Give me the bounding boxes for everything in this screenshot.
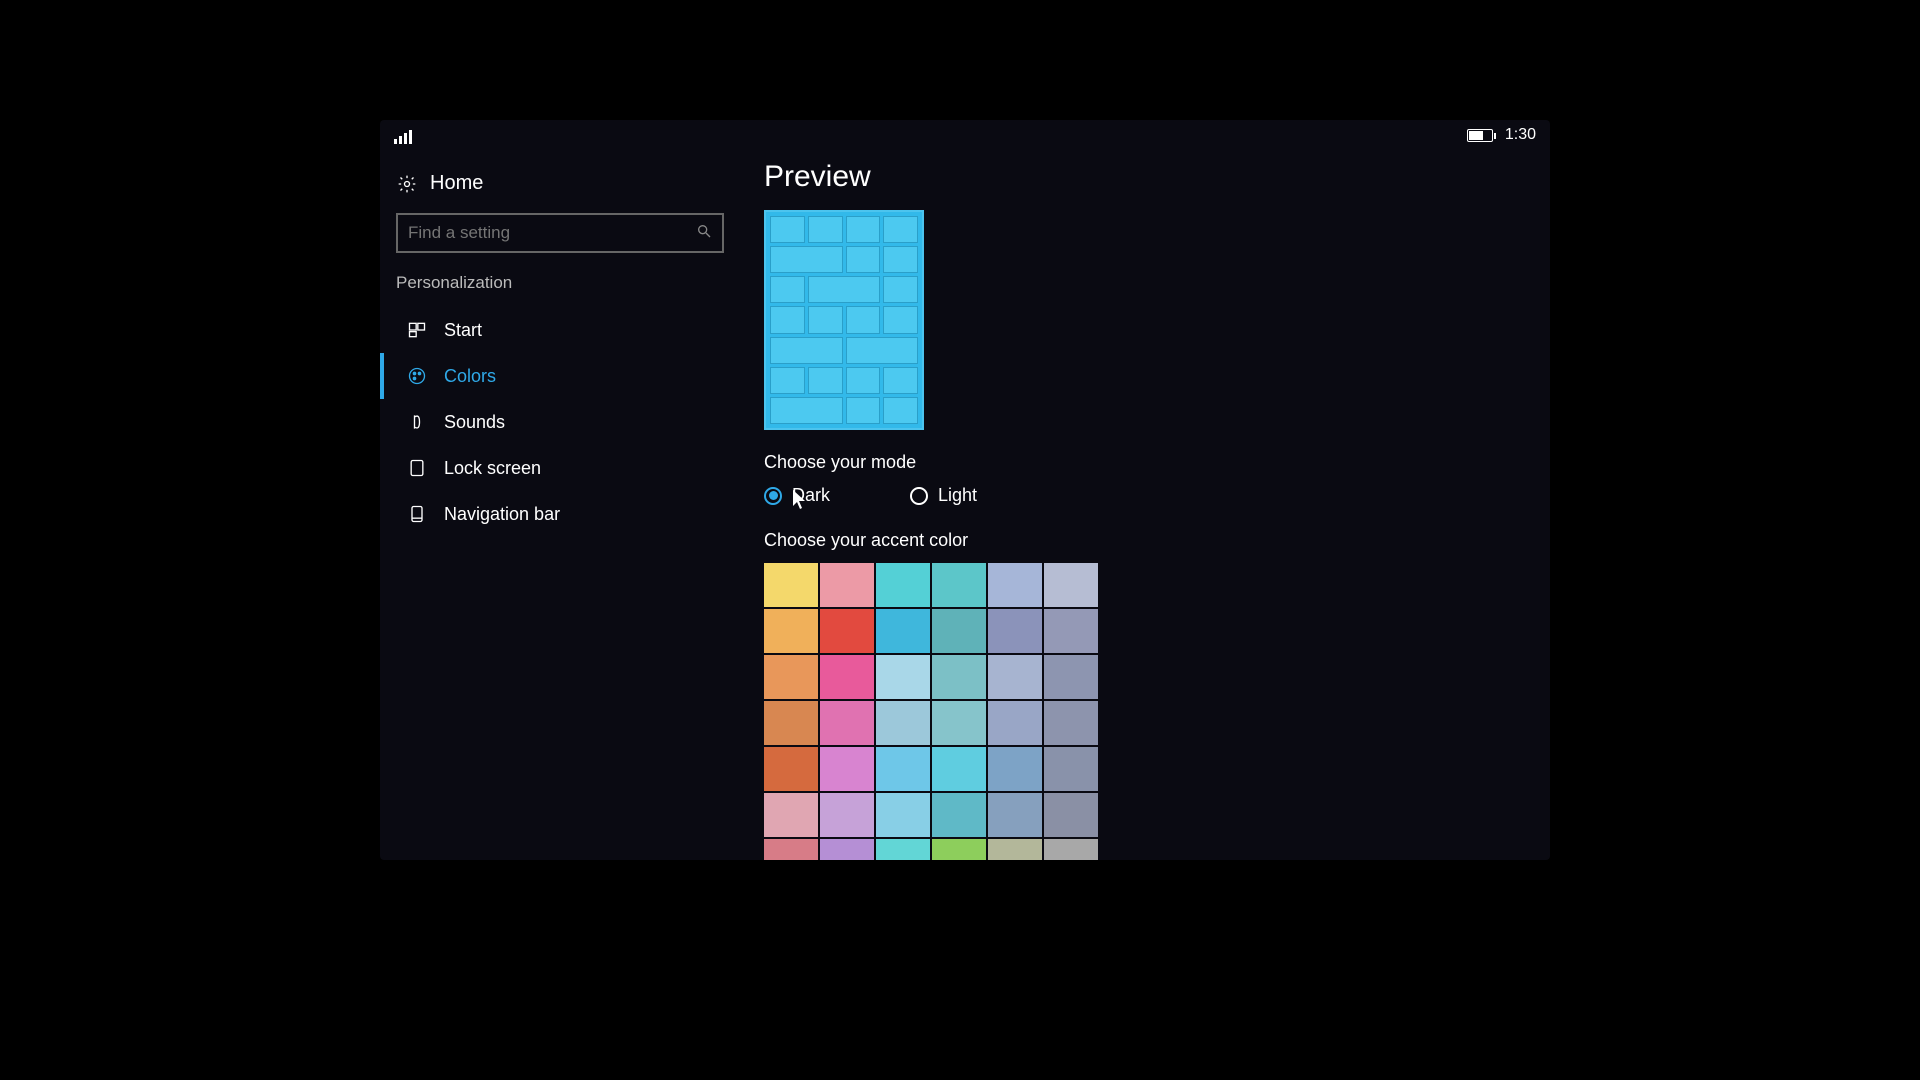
accent-swatch[interactable]: [932, 839, 986, 860]
sidebar: Home Personalization Start Colors Sounds Lo…: [380, 150, 740, 860]
accent-swatch[interactable]: [764, 701, 818, 745]
accent-swatch[interactable]: [1044, 839, 1098, 860]
sidebar-item-label: Colors: [444, 366, 496, 387]
accent-swatch[interactable]: [988, 701, 1042, 745]
accent-swatch[interactable]: [876, 655, 930, 699]
accent-swatch[interactable]: [932, 747, 986, 791]
accent-swatch[interactable]: [876, 701, 930, 745]
signal-icon: [394, 126, 414, 144]
accent-swatch[interactable]: [988, 655, 1042, 699]
accent-swatch[interactable]: [820, 563, 874, 607]
mode-dark-label: Dark: [792, 485, 830, 506]
nav-icon: [406, 319, 428, 341]
search-box[interactable]: [396, 213, 724, 253]
mode-radio-light[interactable]: Light: [910, 485, 977, 506]
accent-swatch[interactable]: [764, 655, 818, 699]
accent-swatch[interactable]: [988, 839, 1042, 860]
sidebar-item-label: Start: [444, 320, 482, 341]
nav-icon: [406, 365, 428, 387]
accent-swatch[interactable]: [1044, 793, 1098, 837]
accent-swatch[interactable]: [820, 655, 874, 699]
accent-swatch[interactable]: [876, 793, 930, 837]
accent-swatch[interactable]: [932, 655, 986, 699]
accent-swatch[interactable]: [876, 563, 930, 607]
main-panel: Preview Choose your mode Dark Light: [740, 150, 1550, 860]
accent-swatch[interactable]: [988, 609, 1042, 653]
accent-swatch[interactable]: [764, 563, 818, 607]
home-label: Home: [430, 172, 483, 195]
accent-swatch[interactable]: [876, 747, 930, 791]
radio-icon: [764, 487, 782, 505]
accent-swatch[interactable]: [1044, 701, 1098, 745]
accent-swatch[interactable]: [1044, 609, 1098, 653]
mode-section-title: Choose your mode: [764, 452, 1550, 473]
status-bar: 1:30: [380, 120, 1550, 150]
accent-swatch[interactable]: [1044, 747, 1098, 791]
nav-icon: [406, 457, 428, 479]
accent-swatch[interactable]: [932, 793, 986, 837]
accent-swatch[interactable]: [820, 609, 874, 653]
sidebar-item-sounds[interactable]: Sounds: [380, 399, 740, 445]
preview-title: Preview: [764, 160, 1550, 194]
sidebar-item-label: Navigation bar: [444, 504, 560, 525]
search-input[interactable]: [408, 223, 696, 243]
search-icon: [696, 223, 712, 244]
sidebar-item-start[interactable]: Start: [380, 307, 740, 353]
accent-swatch[interactable]: [932, 701, 986, 745]
sidebar-item-lock-screen[interactable]: Lock screen: [380, 445, 740, 491]
accent-swatch[interactable]: [1044, 655, 1098, 699]
accent-swatch[interactable]: [820, 701, 874, 745]
accent-swatch[interactable]: [1044, 563, 1098, 607]
accent-swatch[interactable]: [988, 747, 1042, 791]
sidebar-item-label: Lock screen: [444, 458, 541, 479]
accent-swatch[interactable]: [764, 793, 818, 837]
accent-swatch[interactable]: [988, 793, 1042, 837]
nav-icon: [406, 503, 428, 525]
accent-swatch[interactable]: [876, 839, 930, 860]
accent-swatch[interactable]: [932, 563, 986, 607]
battery-icon: [1467, 129, 1493, 142]
accent-swatch[interactable]: [764, 609, 818, 653]
accent-swatch[interactable]: [820, 793, 874, 837]
sidebar-item-label: Sounds: [444, 412, 505, 433]
nav-icon: [406, 411, 428, 433]
theme-preview: [764, 210, 924, 430]
accent-swatch[interactable]: [820, 747, 874, 791]
sidebar-item-colors[interactable]: Colors: [380, 353, 740, 399]
clock: 1:30: [1505, 126, 1536, 144]
sidebar-item-navigation-bar[interactable]: Navigation bar: [380, 491, 740, 537]
accent-swatch[interactable]: [820, 839, 874, 860]
accent-swatch[interactable]: [932, 609, 986, 653]
section-label: Personalization: [380, 273, 740, 307]
accent-swatch[interactable]: [764, 747, 818, 791]
settings-screen: 1:30 Home Personalization Start Colors Sou…: [380, 120, 1550, 860]
mode-radio-dark[interactable]: Dark: [764, 485, 830, 506]
accent-color-grid: [764, 563, 1098, 860]
radio-icon: [910, 487, 928, 505]
accent-swatch[interactable]: [988, 563, 1042, 607]
gear-icon: [396, 173, 418, 195]
mode-light-label: Light: [938, 485, 977, 506]
home-button[interactable]: Home: [380, 168, 740, 213]
accent-swatch[interactable]: [764, 839, 818, 860]
accent-swatch[interactable]: [876, 609, 930, 653]
accent-section-title: Choose your accent color: [764, 530, 1550, 551]
